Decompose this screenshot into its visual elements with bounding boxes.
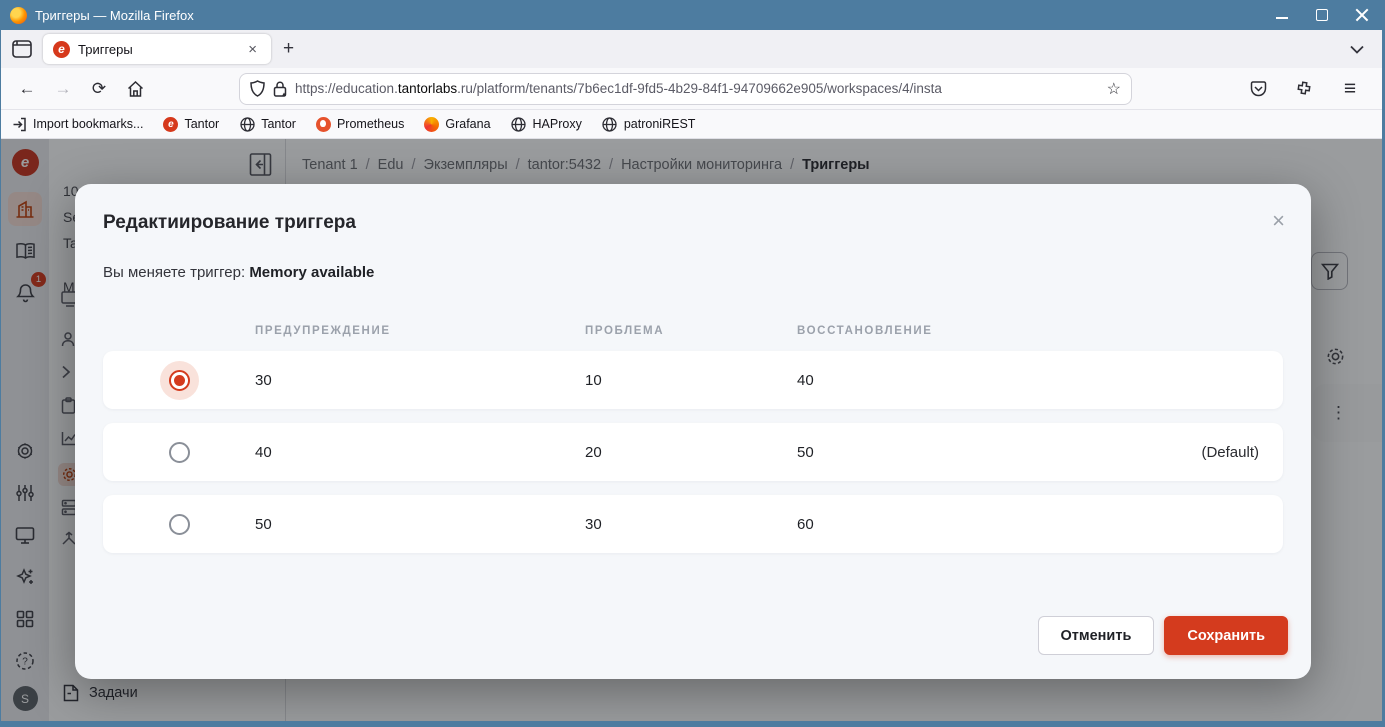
bookmark-prometheus[interactable]: Prometheus [316,117,404,132]
edit-trigger-modal: Редактиирование триггера × Вы меняете тр… [75,184,1311,679]
bookmark-import[interactable]: Import bookmarks... [11,116,143,132]
close-window-button[interactable] [1355,8,1369,22]
recovery-value: 50 [797,444,1163,461]
trigger-option-row-3[interactable]: 50 30 60 [103,495,1283,553]
bookmark-tantor-2[interactable]: Tantor [239,116,296,132]
warning-value: 30 [255,372,585,389]
default-note: (Default) [1163,444,1283,461]
tantor-icon: e [163,117,178,132]
globe-icon [511,116,527,132]
problem-value: 10 [585,372,797,389]
tantor-favicon-icon: e [53,41,70,58]
bookmark-tantor-1[interactable]: e Tantor [163,117,219,132]
tab-title: Триггеры [78,42,236,57]
list-tabs-chevron-icon[interactable] [1350,45,1374,54]
tracking-shield-icon[interactable] [250,80,265,97]
navigation-toolbar: ← → ⟳ https://education.tantorlabs.ru/pl… [1,68,1382,110]
reload-button[interactable]: ⟳ [83,74,115,104]
cancel-button[interactable]: Отменить [1038,616,1155,655]
url-text: https://education.tantorlabs.ru/platform… [295,81,1099,96]
save-button[interactable]: Сохранить [1164,616,1288,655]
trigger-name: Memory available [249,264,374,281]
warning-value: 40 [255,444,585,461]
import-icon [11,116,27,132]
warning-value: 50 [255,516,585,533]
globe-icon [239,116,255,132]
recovery-value: 40 [797,372,1163,389]
column-header-warning: ПРЕДУПРЕЖДЕНИЕ [255,325,585,337]
radio-unselected[interactable] [169,442,190,463]
bookmark-grafana[interactable]: Grafana [424,117,490,132]
modal-title: Редактиирование триггера [103,212,1283,234]
problem-value: 20 [585,444,797,461]
window-title: Триггеры — Mozilla Firefox [35,8,194,23]
forward-button[interactable]: → [47,74,79,104]
tab-triggers[interactable]: e Триггеры × [43,34,271,64]
bookmark-patronirest[interactable]: patroniREST [602,116,696,132]
column-header-problem: ПРОБЛЕМА [585,325,797,337]
home-button[interactable] [119,74,151,104]
radio-unselected[interactable] [169,514,190,535]
recovery-value: 60 [797,516,1163,533]
connection-lock-icon[interactable] [273,81,287,97]
radio-selected[interactable] [169,370,190,391]
pocket-icon[interactable] [1242,74,1274,104]
prometheus-icon [316,117,331,132]
column-header-recovery: ВОССТАНОВЛЕНИЕ [797,325,1283,337]
tab-close-icon[interactable]: × [244,40,261,59]
extensions-icon[interactable] [1288,74,1320,104]
url-bar[interactable]: https://education.tantorlabs.ru/platform… [239,73,1132,105]
table-header-row: . ПРЕДУПРЕЖДЕНИЕ ПРОБЛЕМА ВОССТАНОВЛЕНИЕ [103,325,1283,337]
bookmarks-toolbar: Import bookmarks... e Tantor Tantor Prom… [1,110,1382,139]
modal-close-icon[interactable]: × [1272,210,1285,232]
firefox-window: Триггеры — Mozilla Firefox e Триггеры × … [0,0,1385,727]
maximize-button[interactable] [1315,8,1329,22]
grafana-icon [424,117,439,132]
window-titlebar: Триггеры — Mozilla Firefox [0,0,1385,30]
firefox-view-icon[interactable] [9,36,35,62]
globe-icon [602,116,618,132]
minimize-button[interactable] [1275,8,1289,22]
trigger-option-row-1[interactable]: 30 10 40 [103,351,1283,409]
firefox-icon [10,7,27,24]
menu-hamburger-icon[interactable]: ≡ [1334,74,1366,104]
page-content: e 1 [1,139,1382,721]
bookmark-haproxy[interactable]: HAProxy [511,116,582,132]
trigger-option-row-2[interactable]: 40 20 50 (Default) [103,423,1283,481]
new-tab-button[interactable]: + [271,38,306,60]
back-button[interactable]: ← [11,74,43,104]
bookmark-star-icon[interactable]: ☆ [1107,79,1121,99]
tab-bar: e Триггеры × + [1,30,1382,68]
problem-value: 30 [585,516,797,533]
modal-subtitle: Вы меняете триггер: Memory available [103,264,1283,281]
